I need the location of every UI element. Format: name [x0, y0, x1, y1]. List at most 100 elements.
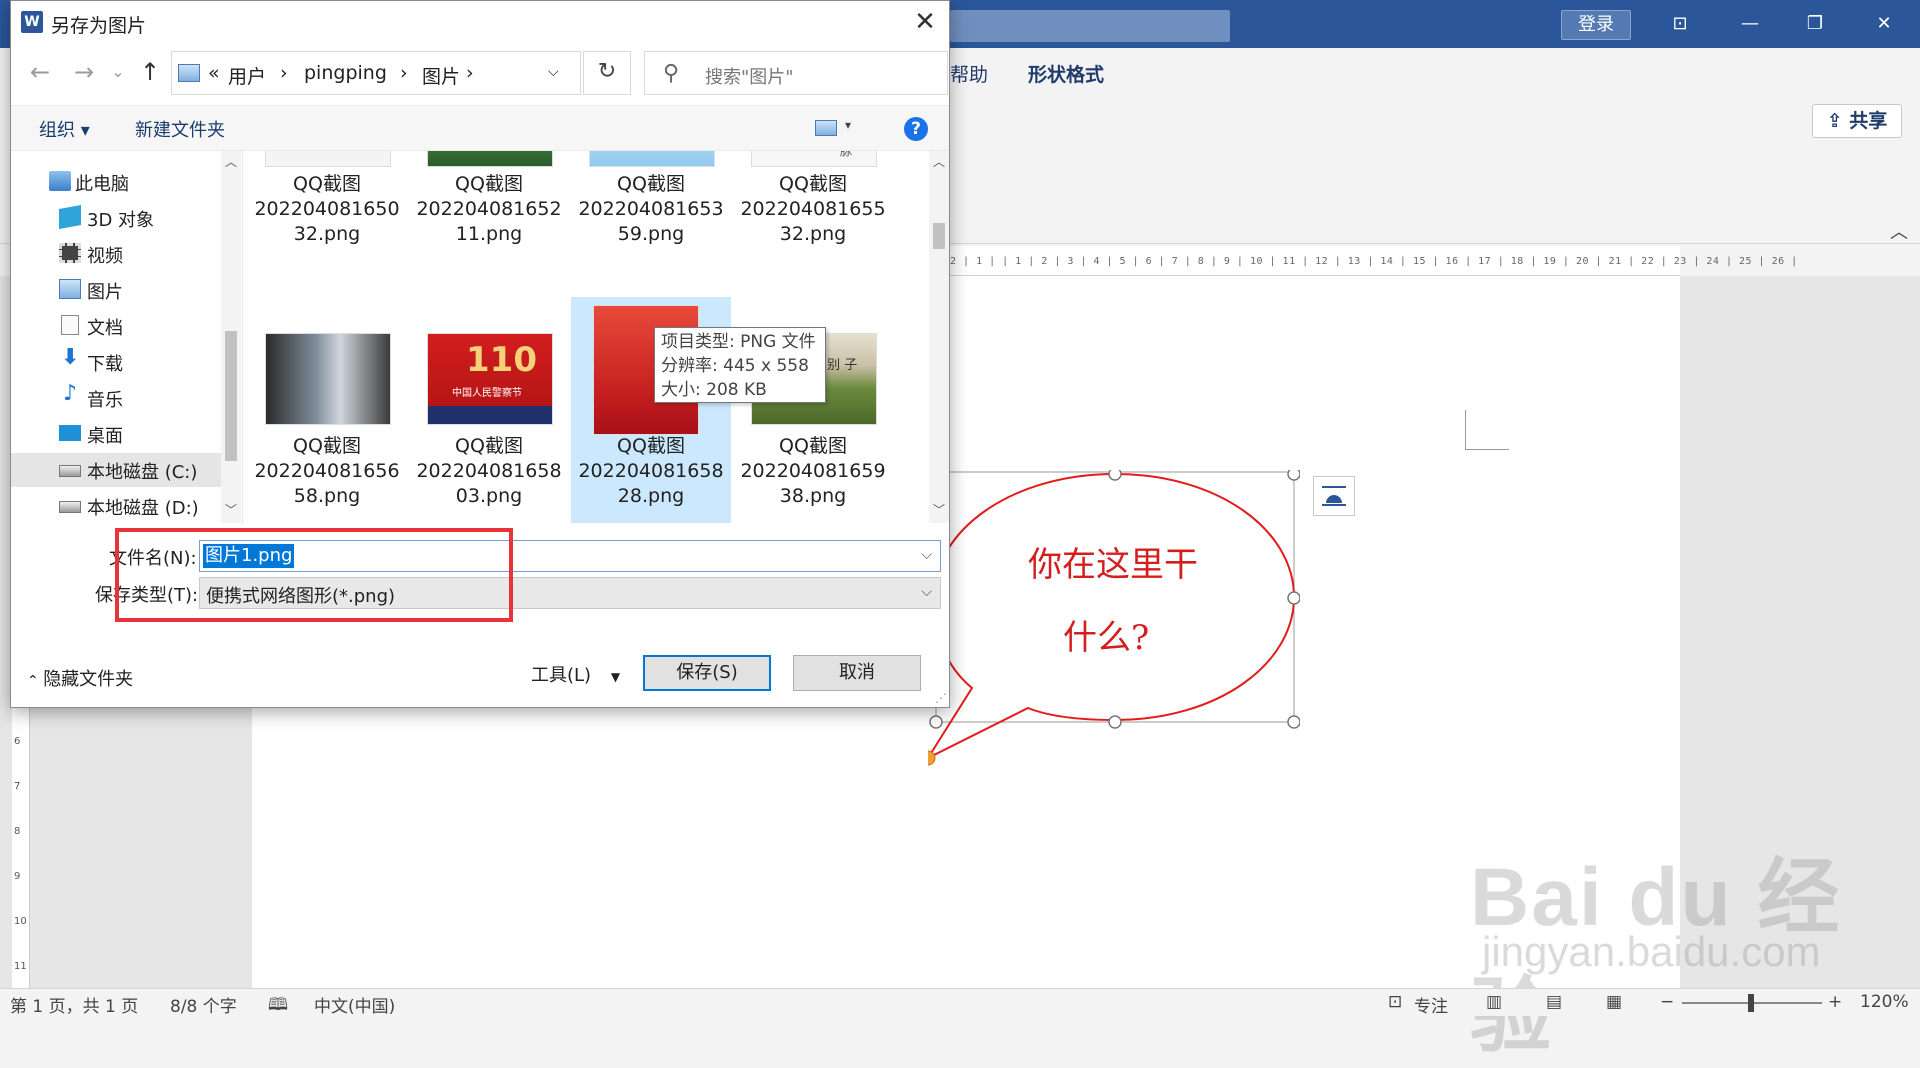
ruler-mark: 7 — [14, 781, 21, 792]
share-button[interactable]: ⇪ 共享 — [1812, 104, 1902, 138]
search-icon: ⚲ — [663, 61, 680, 86]
word-close-icon[interactable]: ✕ — [1864, 8, 1904, 40]
scroll-down-icon[interactable]: ﹀ — [225, 501, 237, 518]
page-count[interactable]: 第 1 页，共 1 页 — [10, 992, 138, 1017]
file-name-line2: 202204081650 — [254, 198, 400, 220]
nav-item-videos[interactable]: 视频 — [11, 237, 221, 271]
video-icon — [59, 243, 81, 263]
baidu-watermark: Bai du 经验 jingyan.baidu.com — [1470, 810, 1900, 1062]
help-icon[interactable]: ? — [904, 117, 928, 141]
nav-item-downloads[interactable]: ⬇ 下载 — [11, 345, 221, 379]
nav-item-drive-d[interactable]: 本地磁盘 (D:) — [11, 489, 221, 523]
file-tooltip: 项目类型: PNG 文件 分辨率: 445 x 558 大小: 208 KB — [654, 327, 826, 403]
breadcrumb-pingping[interactable]: pingping — [304, 62, 387, 84]
organize-button[interactable]: 组织 ▾ — [39, 116, 90, 142]
file-name-line2: 202204081652 — [416, 198, 562, 220]
nav-item-3d-objects[interactable]: 3D 对象 — [11, 201, 221, 235]
resize-grip-icon[interactable]: ⋰ — [935, 691, 947, 705]
search-input[interactable]: ⚲ 搜索"图片" — [644, 51, 948, 95]
web-layout-icon[interactable]: ▦ — [1606, 992, 1622, 1012]
login-button[interactable]: 登录 — [1561, 10, 1631, 40]
file-item[interactable]: 王 道 QQ截图 202204081650 32.png — [247, 151, 407, 281]
up-folder-icon[interactable]: ↑ — [135, 57, 165, 87]
nav-label: 下载 — [87, 354, 123, 375]
view-options-icon[interactable]: ▾ — [815, 118, 855, 140]
nav-item-music[interactable]: ♪ 音乐 — [11, 381, 221, 415]
breadcrumb-separator[interactable]: › — [400, 62, 408, 84]
collapse-ribbon-icon[interactable]: ︿ — [1890, 218, 1908, 244]
breadcrumb-separator[interactable]: › — [280, 62, 288, 84]
back-icon[interactable]: ← — [25, 57, 55, 87]
file-item[interactable]: 110 中国人民警察节 QQ截图 202204081658 03.png — [409, 297, 569, 523]
layout-options-icon[interactable] — [1313, 476, 1355, 516]
zoom-out-icon[interactable]: − — [1660, 992, 1674, 1012]
search-placeholder: 搜索"图片" — [705, 67, 794, 88]
tooltip-size: 大小: 208 KB — [661, 380, 767, 400]
cancel-button[interactable]: 取消 — [793, 655, 921, 691]
zoom-slider-thumb[interactable] — [1748, 994, 1754, 1012]
tab-help[interactable]: 帮助 — [950, 60, 988, 87]
nav-item-desktop[interactable]: 桌面 — [11, 417, 221, 451]
restore-icon[interactable]: ❐ — [1795, 8, 1835, 40]
ruler-mark: 8 — [14, 826, 21, 837]
nav-label: 本地磁盘 (C:) — [87, 462, 198, 483]
nav-item-pictures[interactable]: 图片 — [11, 273, 221, 307]
read-mode-icon[interactable]: ▥ — [1486, 992, 1502, 1012]
file-thumbnail: 110 中国人民警察节 — [427, 333, 553, 425]
file-item[interactable]: QQ截图 202204081656 58.png — [247, 297, 407, 523]
scroll-down-icon[interactable]: ﹀ — [933, 501, 945, 518]
minimize-icon[interactable]: — — [1730, 8, 1770, 40]
scroll-up-icon[interactable]: ︿ — [225, 153, 237, 170]
chevron-down-icon[interactable]: ⌵ — [921, 547, 932, 563]
recent-locations-icon[interactable]: ⌄ — [103, 57, 133, 87]
nav-label: 图片 — [87, 282, 123, 303]
print-layout-icon[interactable]: ▤ — [1546, 992, 1562, 1012]
zoom-in-icon[interactable]: + — [1828, 992, 1842, 1012]
nav-label: 此电脑 — [75, 174, 129, 195]
nav-item-this-pc[interactable]: 此电脑 — [11, 165, 221, 199]
file-item[interactable]: 脉 QQ截图 202204081655 32.png — [733, 151, 893, 281]
word-search-box[interactable] — [950, 10, 1230, 42]
file-list-scrollbar[interactable]: ︿ ﹀ — [929, 151, 949, 523]
address-overflow[interactable]: « — [208, 62, 220, 84]
tools-button[interactable]: 工具(L) ▼ — [531, 661, 620, 687]
ruler-mark: 10 — [14, 916, 27, 927]
file-name-line2: 202204081658 — [416, 460, 562, 482]
focus-label[interactable]: 专注 — [1414, 992, 1448, 1017]
scroll-up-icon[interactable]: ︿ — [933, 153, 945, 170]
breadcrumb-pictures[interactable]: 图片 — [422, 62, 460, 89]
breadcrumb-users[interactable]: 用户 — [228, 62, 266, 89]
word-count[interactable]: 8/8 个字 — [170, 992, 237, 1017]
chevron-down-icon[interactable]: ⌵ — [921, 584, 932, 600]
proofing-icon[interactable]: 🕮 — [268, 992, 288, 1021]
nav-item-documents[interactable]: 文档 — [11, 309, 221, 343]
refresh-icon[interactable]: ↻ — [583, 51, 631, 95]
dialog-title: 另存为图片 — [51, 15, 147, 37]
nav-scroll-thumb[interactable] — [225, 331, 237, 461]
focus-icon[interactable]: ⊡ — [1388, 992, 1402, 1012]
breadcrumb-separator[interactable]: › — [466, 62, 474, 84]
new-folder-button[interactable]: 新建文件夹 — [135, 116, 225, 142]
rotate-handle-icon[interactable] — [1100, 408, 1130, 438]
file-name-line3: 59.png — [617, 223, 685, 245]
ribbon-display-icon[interactable]: ⊡ — [1660, 8, 1700, 40]
language-indicator[interactable]: 中文(中国) — [314, 992, 395, 1017]
address-bar[interactable]: « 用户 › pingping › 图片 › ⌵ — [171, 51, 581, 95]
file-list-scroll-thumb[interactable] — [933, 223, 945, 249]
file-name-line1: QQ截图 — [617, 173, 685, 195]
address-dropdown-icon[interactable]: ⌵ — [548, 64, 559, 80]
hide-folders-button[interactable]: ⌃ 隐藏文件夹 — [27, 665, 133, 691]
zoom-level[interactable]: 120% — [1860, 992, 1909, 1012]
file-thumbnail — [427, 151, 553, 167]
close-icon[interactable]: ✕ — [909, 7, 941, 39]
nav-item-drive-c[interactable]: 本地磁盘 (C:) — [11, 453, 221, 487]
forward-icon[interactable]: → — [69, 57, 99, 87]
save-button[interactable]: 保存(S) — [643, 655, 771, 691]
word-app-icon: W — [21, 11, 43, 33]
file-item[interactable]: QQ截图 202204081653 59.png — [571, 151, 731, 281]
tab-shape-format[interactable]: 形状格式 — [1028, 60, 1104, 87]
dialog-title-bar[interactable]: W 另存为图片 ✕ — [11, 1, 949, 45]
file-item[interactable]: QQ截图 202204081652 11.png — [409, 151, 569, 281]
thumbnail-text: 110 — [466, 340, 537, 380]
nav-scrollbar[interactable]: ︿ ﹀ — [221, 151, 241, 523]
